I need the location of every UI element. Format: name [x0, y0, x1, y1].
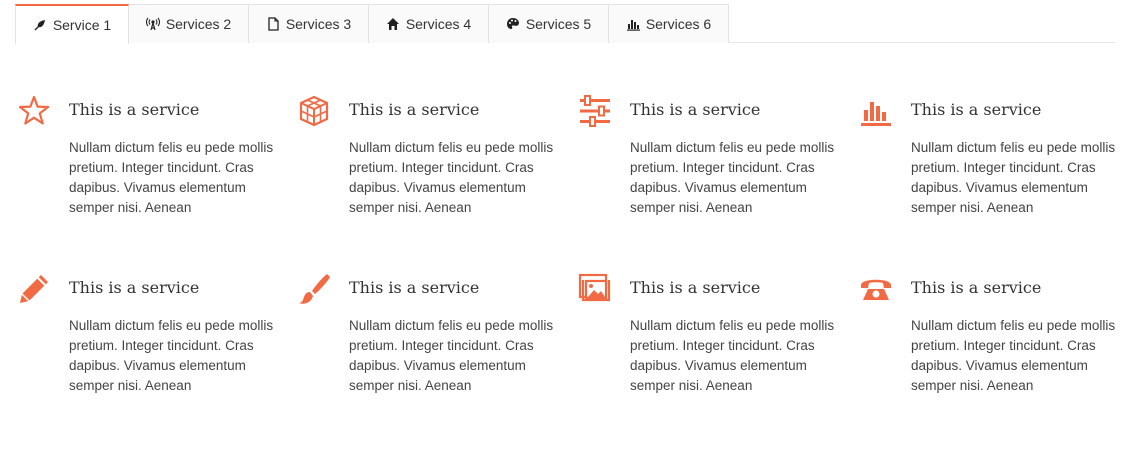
brush-icon — [297, 272, 331, 306]
bar-chart-icon — [859, 94, 893, 128]
tab-label: Services 6 — [645, 16, 712, 32]
service-title: This is a service — [349, 278, 480, 297]
service-title: This is a service — [630, 100, 761, 119]
broadcast-icon — [145, 17, 160, 31]
tab-services-2[interactable]: Services 2 — [129, 4, 249, 43]
tab-label: Services 5 — [525, 16, 592, 32]
palette-icon — [506, 17, 520, 31]
tab-services-5[interactable]: Services 5 — [489, 4, 609, 43]
service-description: Nullam dictum felis eu pede mollis preti… — [349, 318, 554, 393]
service-title: This is a service — [911, 278, 1042, 297]
tab-services-4[interactable]: Services 4 — [369, 4, 489, 43]
service-title: This is a service — [349, 100, 480, 119]
sliders-icon — [578, 94, 612, 128]
document-icon — [266, 17, 280, 31]
service-description: Nullam dictum felis eu pede mollis preti… — [69, 140, 274, 215]
service-title: This is a service — [630, 278, 761, 297]
tab-label: Services 4 — [405, 16, 472, 32]
service-description: Nullam dictum felis eu pede mollis preti… — [630, 140, 835, 215]
star-icon — [17, 94, 51, 128]
tab-label: Services 3 — [285, 16, 352, 32]
service-description: Nullam dictum felis eu pede mollis preti… — [69, 318, 274, 393]
tab-label: Service 1 — [52, 17, 112, 33]
cube-icon — [297, 94, 331, 128]
service-title: This is a service — [69, 100, 200, 119]
bar-chart-icon — [626, 17, 640, 31]
image-icon — [578, 272, 612, 306]
tab-services-3[interactable]: Services 3 — [249, 4, 369, 43]
service-description: Nullam dictum felis eu pede mollis preti… — [349, 140, 554, 215]
tab-services-6[interactable]: Services 6 — [609, 4, 729, 43]
tab-service-1[interactable]: Service 1 — [15, 4, 129, 44]
pencil-icon — [17, 272, 51, 306]
phone-icon — [859, 272, 893, 306]
service-description: Nullam dictum felis eu pede mollis preti… — [911, 140, 1116, 215]
service-description: Nullam dictum felis eu pede mollis preti… — [630, 318, 835, 393]
home-icon — [386, 17, 400, 31]
service-title: This is a service — [911, 100, 1042, 119]
service-title: This is a service — [69, 278, 200, 297]
leaf-pen-icon — [33, 18, 47, 32]
service-tabs: Service 1 Services 2 Services 3 Services… — [15, 4, 1115, 44]
service-description: Nullam dictum felis eu pede mollis preti… — [911, 318, 1116, 393]
tab-label: Services 2 — [165, 16, 232, 32]
